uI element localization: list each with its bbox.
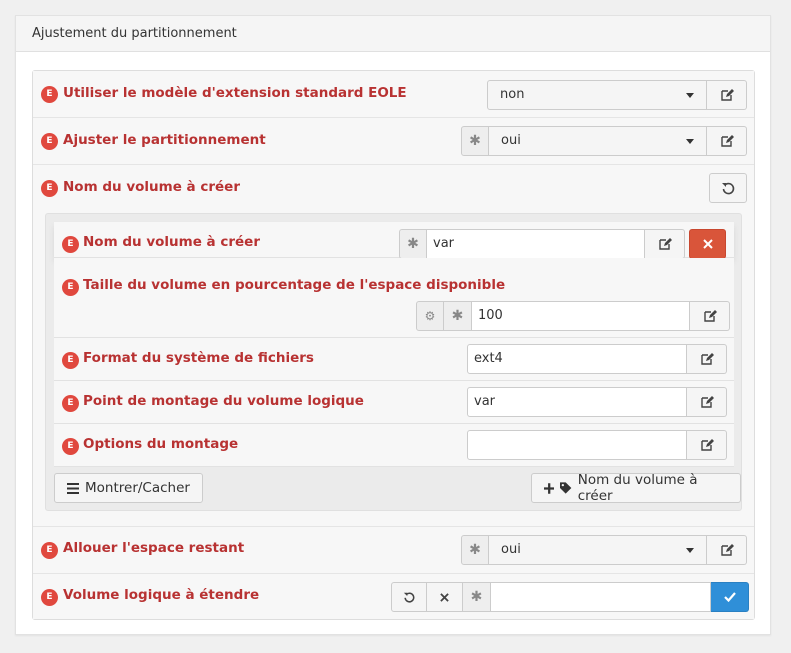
eole-badge: E: [62, 236, 79, 253]
edit-button[interactable]: [687, 344, 727, 374]
edit-button[interactable]: [687, 387, 727, 417]
bars-icon: [67, 482, 79, 494]
extension-model-select[interactable]: non: [487, 80, 707, 110]
validate-button[interactable]: [711, 582, 749, 612]
edit-icon: [720, 544, 734, 556]
adjust-partition-value: oui: [501, 133, 521, 148]
asterisk-icon: ✱: [463, 582, 491, 612]
asterisk-icon: ✱: [461, 126, 489, 156]
mount-point-label: Point de montage du volume logique: [83, 393, 364, 409]
row-volume-group: E Nom du volume à créer E Nom du volume …: [33, 165, 754, 527]
eole-badge: E: [62, 438, 79, 455]
row-extension-model: E Utiliser le modèle d'extension standar…: [33, 71, 754, 118]
eole-badge: E: [41, 180, 58, 197]
partition-panel: Ajustement du partitionnement E Utiliser…: [15, 15, 771, 635]
row-extend-volume: E Volume logique à étendre ✱: [33, 574, 754, 619]
form-container: E Utiliser le modèle d'extension standar…: [32, 70, 755, 620]
add-volume-button[interactable]: Nom du volume à créer: [531, 472, 741, 504]
edit-icon: [703, 310, 717, 322]
extension-model-value: non: [500, 87, 525, 102]
edit-button[interactable]: [690, 301, 730, 331]
tag-icon: [560, 482, 572, 494]
caret-down-icon: [686, 139, 694, 144]
clear-icon[interactable]: [427, 582, 463, 612]
row-volume-name: E Nom du volume à créer ✱ var: [54, 222, 734, 259]
eole-badge: E: [62, 352, 79, 369]
row-volume-size: E Taille du volume en pourcentage de l'e…: [54, 258, 734, 338]
undo-icon[interactable]: [391, 582, 427, 612]
row-mount-point: E Point de montage du volume logique var: [54, 381, 734, 424]
edit-button[interactable]: [707, 80, 747, 110]
caret-down-icon: [686, 548, 694, 553]
row-allocate-space: E Allouer l'espace restant ✱ oui: [33, 527, 754, 574]
allocate-space-value: oui: [501, 542, 521, 557]
eole-badge: E: [41, 589, 58, 606]
extend-volume-label: Volume logique à étendre: [63, 587, 260, 603]
caret-down-icon: [686, 93, 694, 98]
close-icon: [702, 239, 713, 249]
row-fs-format: E Format du système de fichiers ext4: [54, 338, 734, 381]
asterisk-icon: ✱: [461, 535, 489, 565]
mount-point-input[interactable]: var: [467, 387, 687, 417]
reset-button[interactable]: [709, 173, 747, 203]
eole-badge: E: [41, 133, 58, 150]
eole-badge: E: [62, 395, 79, 412]
edit-icon: [700, 396, 714, 408]
adjust-partition-select[interactable]: oui: [489, 126, 707, 156]
edit-button[interactable]: [645, 229, 685, 259]
volume-group-box: E Nom du volume à créer ✱ var E Taille d…: [45, 213, 742, 511]
asterisk-icon: ✱: [399, 229, 427, 259]
edit-button[interactable]: [707, 535, 747, 565]
eole-badge: E: [41, 86, 58, 103]
toggle-button[interactable]: Montrer/Cacher: [54, 473, 203, 503]
volume-size-input[interactable]: 100: [472, 301, 690, 331]
edit-icon: [700, 439, 714, 451]
eole-badge: E: [62, 279, 79, 296]
mount-options-input[interactable]: [467, 430, 687, 460]
allocate-space-select[interactable]: oui: [489, 535, 707, 565]
volume-size-label: Taille du volume en pourcentage de l'esp…: [83, 277, 506, 293]
asterisk-icon: ✱: [444, 301, 472, 331]
check-icon: [723, 592, 736, 602]
eole-badge: E: [41, 542, 58, 559]
extension-model-label: Utiliser le modèle d'extension standard …: [63, 85, 407, 101]
volume-name-input[interactable]: var: [427, 229, 645, 259]
edit-button[interactable]: [687, 430, 727, 460]
row-mount-options: E Options du montage: [54, 424, 734, 467]
panel-title: Ajustement du partitionnement: [16, 16, 770, 52]
add-volume-label: Nom du volume à créer: [577, 472, 698, 504]
mount-options-label: Options du montage: [83, 436, 239, 452]
gears-icon: ⚙: [416, 301, 444, 331]
plus-icon: [544, 482, 555, 494]
fs-format-label: Format du système de fichiers: [83, 350, 314, 366]
edit-button[interactable]: [707, 126, 747, 156]
row-adjust-partition: E Ajuster le partitionnement ✱ oui: [33, 118, 754, 165]
volume-name-label: Nom du volume à créer: [83, 234, 260, 250]
extend-volume-input[interactable]: [491, 582, 711, 612]
adjust-partition-label: Ajuster le partitionnement: [63, 132, 266, 148]
undo-icon: [722, 182, 735, 195]
fs-format-input[interactable]: ext4: [467, 344, 687, 374]
edit-icon: [720, 135, 734, 147]
volume-group-label: Nom du volume à créer: [63, 179, 240, 195]
delete-button[interactable]: [689, 229, 726, 259]
toggle-button-label: Montrer/Cacher: [85, 480, 190, 496]
edit-icon: [700, 353, 714, 365]
edit-icon: [658, 238, 672, 250]
edit-icon: [720, 89, 734, 101]
allocate-space-label: Allouer l'espace restant: [63, 540, 245, 556]
